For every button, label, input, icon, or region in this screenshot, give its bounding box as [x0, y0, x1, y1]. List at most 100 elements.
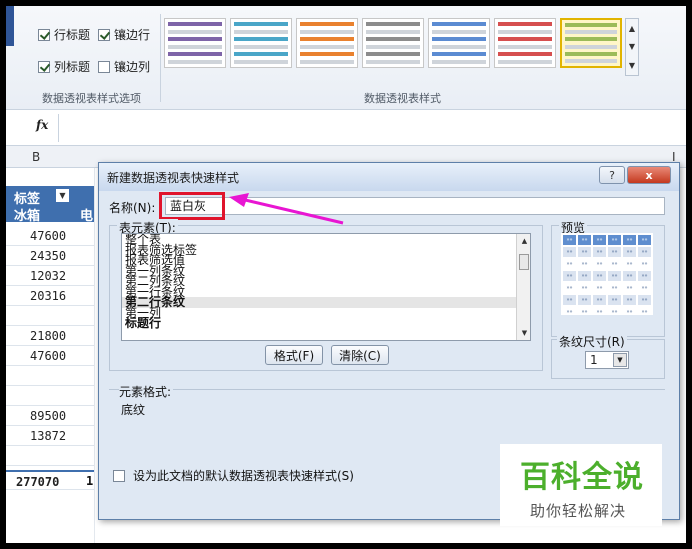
pivot-value-cell[interactable]: 89500 [6, 406, 94, 426]
preview-cell-icon: »» [623, 295, 636, 305]
option-column-headers[interactable]: 列标题 [38, 58, 90, 75]
style-swatch[interactable] [560, 18, 622, 68]
clear-button[interactable]: 清除(C) [331, 345, 389, 365]
preview-cell-icon: »» [608, 247, 621, 257]
style-swatch[interactable] [230, 18, 292, 68]
pivot-value-cell[interactable]: 47600 [6, 346, 94, 366]
gallery-scroller[interactable]: ▲ ▼ ▼ [625, 18, 639, 76]
format-button[interactable]: 格式(F) [265, 345, 323, 365]
chevron-down-icon[interactable]: ▼ [629, 42, 635, 51]
preview-cell-icon: »» [638, 295, 651, 305]
list-item[interactable]: 标题行 [122, 317, 530, 328]
preview-cell-icon: »» [626, 309, 633, 315]
preview-cell-icon: »» [611, 285, 618, 291]
scroll-thumb[interactable] [519, 254, 529, 270]
swatch-stripe [168, 37, 222, 42]
grand-total-cell[interactable]: 277070 [6, 470, 94, 490]
watermark-logo: 百科全说 助你轻松解决 [500, 444, 662, 526]
swatch-stripe [498, 52, 552, 57]
list-item[interactable]: 第一列 [122, 307, 530, 318]
table-elements-list[interactable]: 整个表 报表筛选标签 报表筛选值 第一列条纹 第二列条纹 第一行条纹 第二行条纹 第一列 标题行… [121, 233, 531, 341]
default-style-option[interactable]: 设为此文档的默认数据透视表快速样式(S) [113, 467, 354, 484]
style-swatch[interactable] [362, 18, 424, 68]
more-icon[interactable]: ▼ [629, 61, 635, 70]
grand-total-value: 277070 [16, 475, 60, 489]
preview-cell-icon: »» [593, 295, 606, 305]
dialog-titlebar[interactable]: 新建数据透视表快速样式 ? x [99, 163, 679, 191]
preview-cell-icon: »» [563, 247, 576, 257]
pivot-value-cell[interactable] [6, 366, 94, 386]
default-style-checkbox[interactable] [113, 469, 125, 482]
swatch-stripe [366, 29, 420, 34]
style-swatch[interactable] [428, 18, 490, 68]
excel-window: 行标题 镶边行 列标题 镶边列 数据透视表样式选项 ▲ ▼ ▼ 数据透视表样式 … [6, 6, 686, 543]
help-icon[interactable]: ? [599, 166, 625, 184]
swatch-stripe [234, 37, 288, 42]
preview-cell-icon: »» [638, 247, 651, 257]
element-format-value: 底纹 [121, 403, 146, 417]
swatch-stripe [300, 22, 354, 26]
swatch-stripe [300, 29, 354, 34]
preview-cell-icon: »» [593, 235, 606, 245]
stripe-size-select[interactable]: 1 ▼ [585, 351, 629, 369]
ribbon-left-edge [6, 6, 14, 46]
pivot-value-cell[interactable] [6, 306, 94, 326]
watermark-title: 百科全说 [520, 460, 644, 495]
pivot-value-cell[interactable] [6, 386, 94, 406]
swatch-stripe [168, 29, 222, 34]
pivot-value-cell[interactable]: 47600 [6, 226, 94, 246]
pivot-category-label-2: 电 [80, 209, 94, 224]
preview-cell-icon: »» [608, 271, 621, 281]
swatch-stripe [300, 37, 354, 42]
swatch-stripe [498, 37, 552, 42]
preview-cell-icon: »» [578, 271, 591, 281]
preview-cell-icon: »» [581, 261, 588, 267]
grand-total-col2: 1 [86, 474, 94, 488]
pivot-value-cell[interactable]: 21800 [6, 326, 94, 346]
chevron-down-icon[interactable]: ▼ [613, 353, 627, 367]
checkbox-banded-columns[interactable] [98, 60, 110, 73]
ribbon-divider [160, 14, 161, 102]
preview-cell-icon: »» [563, 271, 576, 281]
swatch-stripe [168, 52, 222, 57]
scroll-down-icon[interactable]: ▼ [517, 326, 530, 340]
stripe-size-value: 1 [590, 353, 598, 367]
preview-cell-icon: »» [626, 285, 633, 291]
column-header-b[interactable]: B [32, 150, 40, 164]
close-icon[interactable]: x [627, 166, 671, 184]
pivot-value-cell[interactable]: 20316 [6, 286, 94, 306]
preview-cell-icon: »» [563, 295, 576, 305]
checkbox-banded-rows[interactable] [98, 28, 110, 41]
element-format-label: 元素格式: [119, 383, 174, 400]
list-item[interactable]: 第二行条纹 [122, 296, 530, 308]
style-swatch[interactable] [296, 18, 358, 68]
swatch-stripe [565, 44, 617, 49]
style-swatch[interactable] [494, 18, 556, 68]
stripe-size-label: 条纹尺寸(R) [557, 333, 627, 350]
preview-cell-icon: »» [566, 261, 573, 267]
swatch-stripe [366, 22, 420, 26]
pivot-value-cell[interactable]: 24350 [6, 246, 94, 266]
option-row-headers[interactable]: 行标题 [38, 26, 90, 43]
pivot-value-cell[interactable]: 12032 [6, 266, 94, 286]
pivot-value-cell[interactable]: 13872 [6, 426, 94, 446]
preview-cell-icon: »» [641, 261, 648, 267]
checkbox-row-headers[interactable] [38, 28, 50, 41]
pivot-value-cell[interactable] [6, 446, 94, 466]
filter-dropdown-icon[interactable]: ▼ [56, 189, 69, 202]
preview-cell-icon: »» [566, 285, 573, 291]
preview-cell-icon: »» [581, 285, 588, 291]
fx-icon[interactable]: fx [36, 118, 48, 132]
options-group-label: 数据透视表样式选项 [42, 92, 141, 105]
swatch-stripe [565, 58, 617, 63]
checkbox-column-headers[interactable] [38, 60, 50, 73]
swatch-stripe [234, 22, 288, 26]
scroll-up-icon[interactable]: ▲ [517, 234, 530, 248]
chevron-up-icon[interactable]: ▲ [629, 24, 635, 33]
swatch-stripe [565, 30, 617, 35]
option-banded-rows[interactable]: 镶边行 [98, 26, 150, 43]
list-scrollbar[interactable]: ▲ ▼ [516, 234, 530, 340]
option-banded-columns[interactable]: 镶边列 [98, 58, 150, 75]
style-swatch[interactable] [164, 18, 226, 68]
preview-cell-icon: »» [581, 309, 588, 315]
